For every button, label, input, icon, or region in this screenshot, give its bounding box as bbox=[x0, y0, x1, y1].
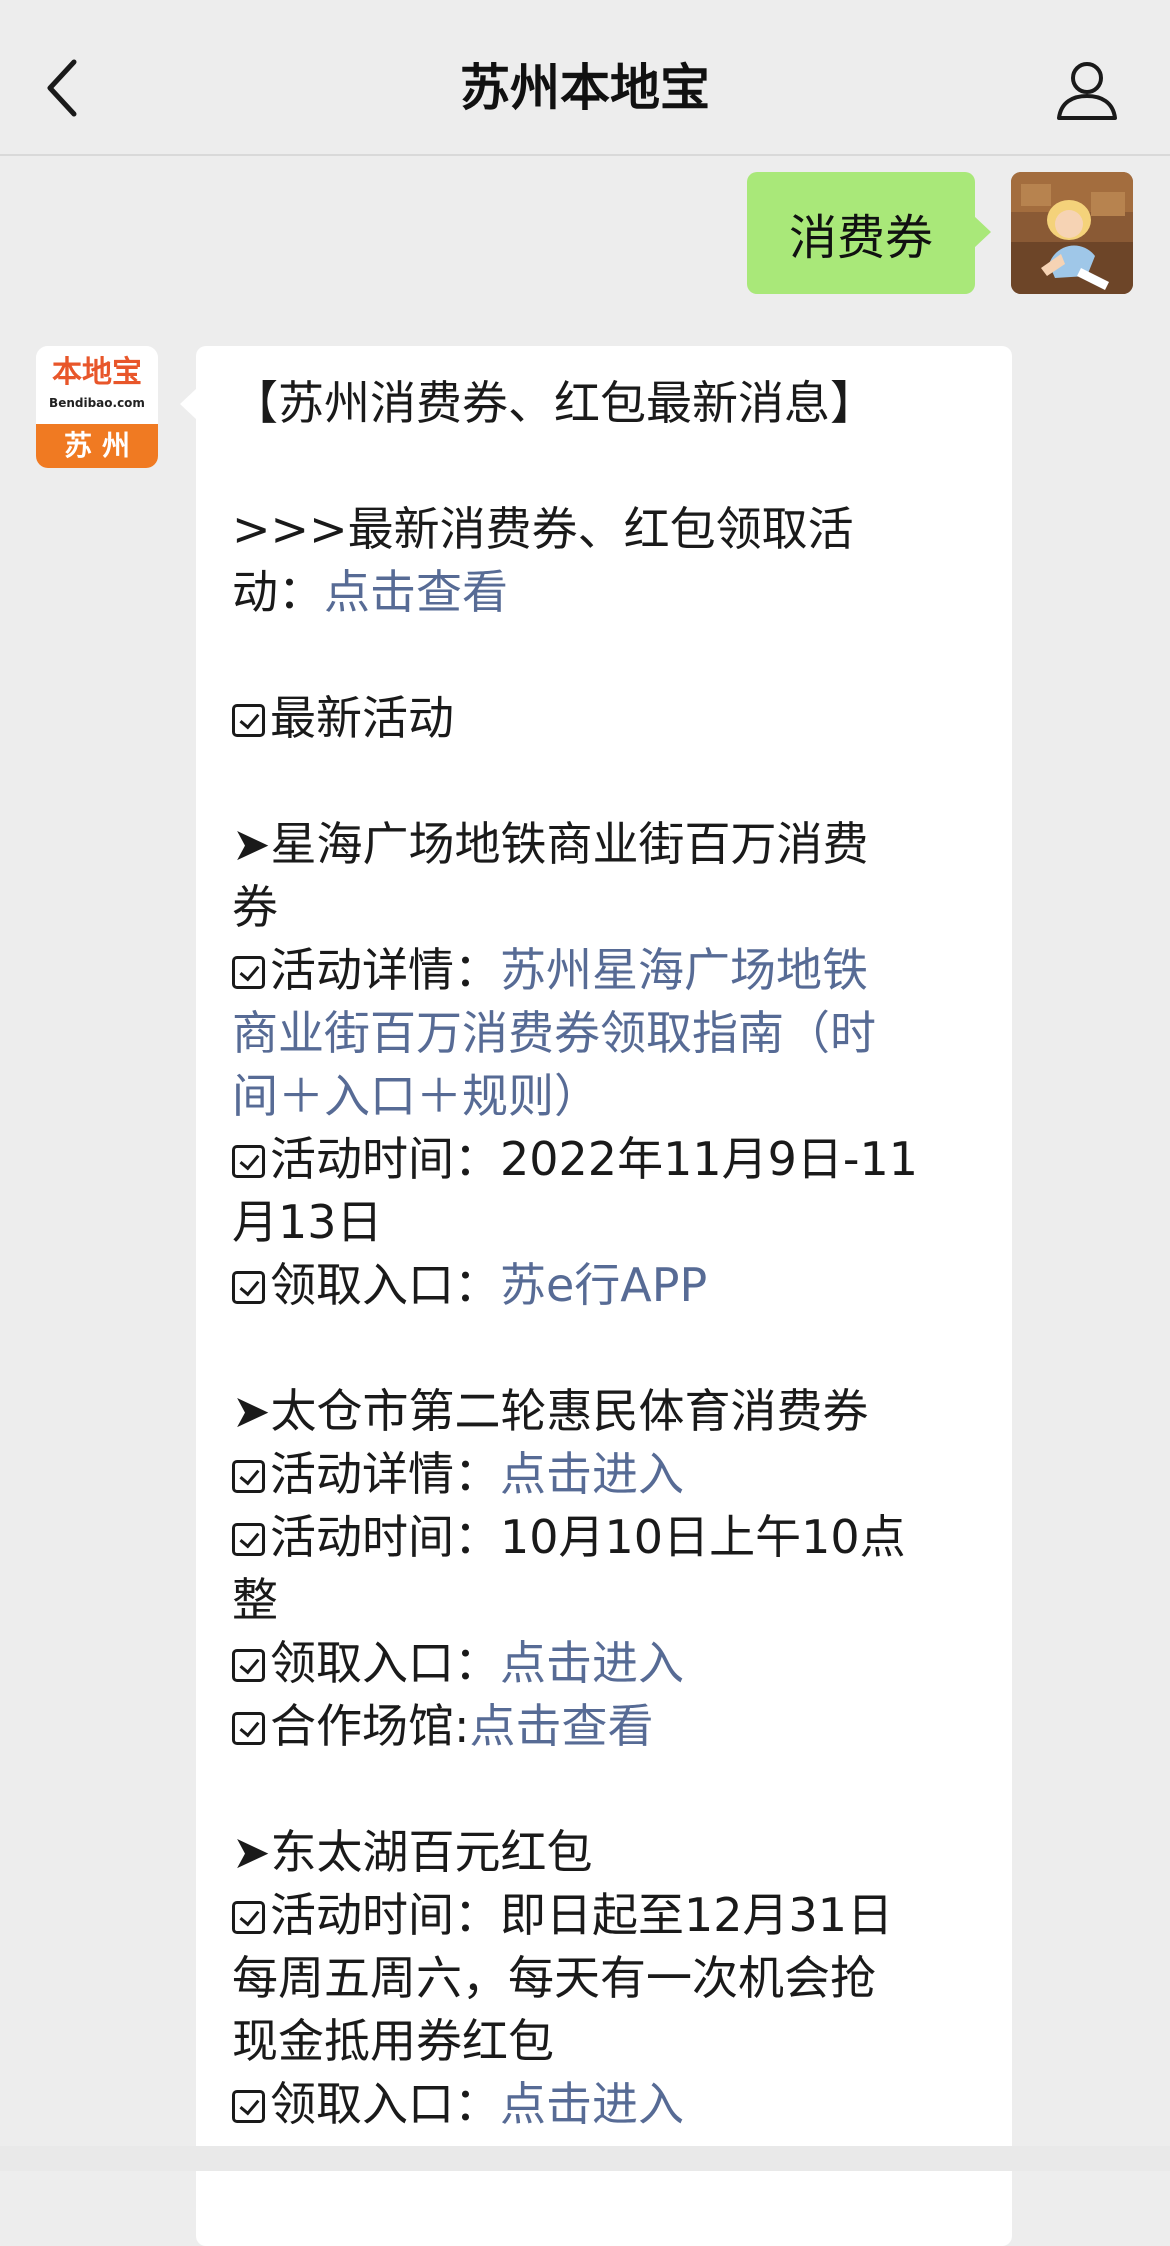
message-title: 【苏州消费券、红包最新消息】 bbox=[232, 376, 876, 430]
time-value: 即日起至12月31日 bbox=[500, 1888, 894, 1942]
outgoing-message-bubble[interactable]: 消费券 bbox=[747, 172, 991, 294]
avatar-logo-city: 苏州 bbox=[36, 424, 158, 468]
checkbox-icon bbox=[232, 956, 265, 989]
time-value: 2022年11月9日-11 bbox=[500, 1132, 918, 1186]
time-value-cont: 每周五周六，每天有一次机会抢 bbox=[232, 1951, 876, 2005]
event-time-line: 活动时间：10月10日上午10点 bbox=[232, 1506, 982, 1569]
event-name: ➤星海广场地铁商业街百万消费 bbox=[232, 817, 869, 871]
checkbox-icon bbox=[232, 1145, 265, 1178]
event-detail-line: 活动详情：点击进入 bbox=[232, 1443, 982, 1506]
venue-label: 合作场馆: bbox=[270, 1699, 470, 1753]
entry-link[interactable]: 点击进入 bbox=[500, 1636, 684, 1690]
checkbox-icon bbox=[232, 1523, 265, 1556]
checkbox-icon bbox=[232, 1712, 265, 1745]
event-name: ➤东太湖百元红包 bbox=[232, 1825, 593, 1879]
time-value: 10月10日上午10点 bbox=[500, 1510, 906, 1564]
entry-link[interactable]: 点击进入 bbox=[500, 2077, 684, 2131]
event-time-line: 活动时间：2022年11月9日-11 bbox=[232, 1128, 982, 1191]
detail-link[interactable]: 点击进入 bbox=[500, 1447, 684, 1501]
entry-label: 领取入口： bbox=[270, 1258, 500, 1312]
detail-link[interactable]: 苏州星海广场地铁 bbox=[500, 943, 868, 997]
event-time-line: 活动时间：即日起至12月31日 bbox=[232, 1884, 982, 1947]
event-name-cont: 券 bbox=[232, 880, 278, 934]
checkbox-icon bbox=[232, 2090, 265, 2123]
avatar-logo-top: 本地宝 Bendibao.com bbox=[36, 346, 158, 424]
venue-link[interactable]: 点击查看 bbox=[470, 1699, 654, 1753]
intro-prefix: 动： bbox=[232, 565, 324, 619]
detail-label: 活动详情： bbox=[270, 1447, 500, 1501]
time-label: 活动时间： bbox=[270, 1510, 500, 1564]
section-heading: 最新活动 bbox=[232, 687, 982, 750]
entry-link[interactable]: 苏e行APP bbox=[500, 1258, 707, 1312]
time-value-cont: 月13日 bbox=[232, 1195, 383, 1249]
time-label: 活动时间： bbox=[270, 1888, 500, 1942]
time-value-cont: 整 bbox=[232, 1573, 278, 1627]
event-detail-line: 活动详情：苏州星海广场地铁 bbox=[232, 939, 982, 1002]
event-entry-line: 领取入口：点击进入 bbox=[232, 1632, 982, 1695]
avatar-logo-text: 本地宝 bbox=[52, 355, 142, 390]
outgoing-message-text: 消费券 bbox=[788, 210, 933, 266]
user-avatar-image bbox=[1011, 172, 1133, 294]
entry-label: 领取入口： bbox=[270, 2077, 500, 2131]
input-bar-edge bbox=[0, 2146, 1170, 2171]
event-entry-line: 领取入口：苏e行APP bbox=[232, 1254, 982, 1317]
event-entry-line: 领取入口：点击进入 bbox=[232, 2073, 982, 2136]
checkbox-icon bbox=[232, 1460, 265, 1493]
detail-link-cont[interactable]: 间＋入口＋规则） bbox=[232, 1065, 982, 1128]
incoming-message-bubble[interactable]: 【苏州消费券、红包最新消息】 >>>最新消费券、红包领取活 动：点击查看 最新活… bbox=[180, 346, 1012, 2246]
event-venue-line: 合作场馆:点击查看 bbox=[232, 1695, 982, 1758]
latest-activities-link[interactable]: 点击查看 bbox=[324, 565, 508, 619]
checkbox-icon bbox=[232, 1901, 265, 1934]
page-title: 苏州本地宝 bbox=[460, 59, 710, 117]
entry-label: 领取入口： bbox=[270, 1636, 500, 1690]
time-label: 活动时间： bbox=[270, 1132, 500, 1186]
checkbox-icon bbox=[232, 1649, 265, 1682]
person-icon[interactable] bbox=[1055, 58, 1119, 122]
time-value-cont: 现金抵用券红包 bbox=[232, 2014, 554, 2068]
detail-link-cont[interactable]: 商业街百万消费券领取指南（时 bbox=[232, 1002, 982, 1065]
avatar-logo-domain: Bendibao.com bbox=[49, 396, 145, 410]
checkbox-icon bbox=[232, 1271, 265, 1304]
detail-label: 活动详情： bbox=[270, 943, 500, 997]
section-heading-text: 最新活动 bbox=[270, 691, 454, 745]
nav-bar: 苏州本地宝 bbox=[0, 0, 1170, 156]
event-name: ➤太仓市第二轮惠民体育消费券 bbox=[232, 1384, 869, 1438]
intro-text: >>>最新消费券、红包领取活 bbox=[232, 502, 854, 556]
bendibao-avatar[interactable]: 本地宝 Bendibao.com 苏州 bbox=[36, 346, 158, 468]
user-avatar[interactable] bbox=[1011, 172, 1133, 294]
checkbox-icon bbox=[232, 704, 265, 737]
intro-line: 动：点击查看 bbox=[232, 561, 982, 624]
